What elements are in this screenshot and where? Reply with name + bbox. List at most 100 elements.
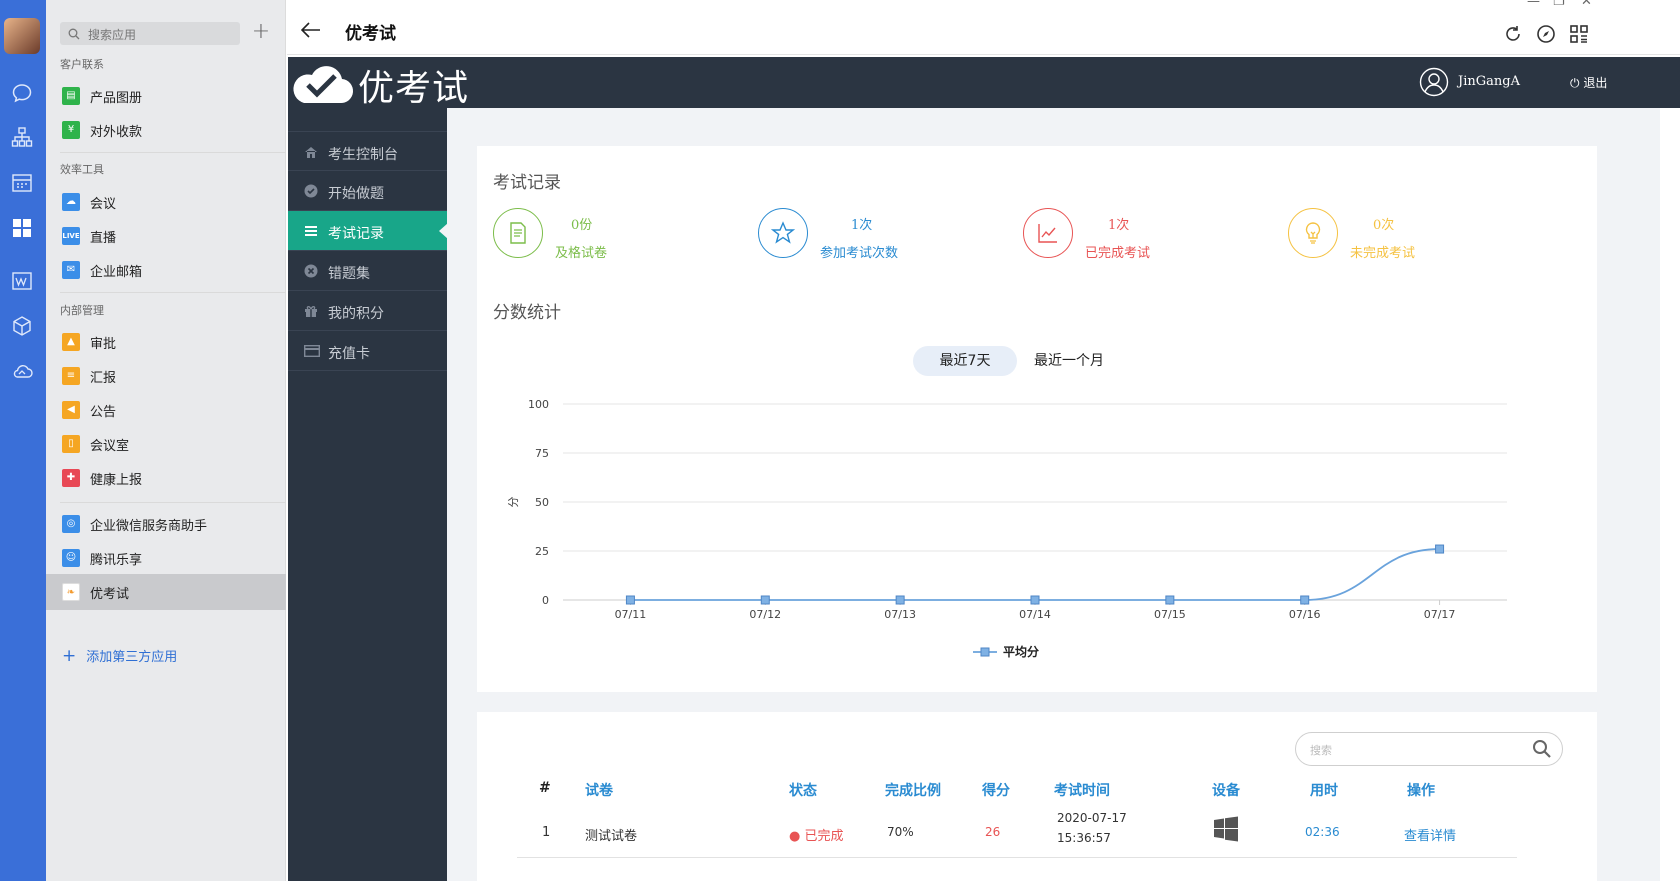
row-exam-date: 2020-07-17: [1057, 811, 1127, 825]
wiki-icon[interactable]: [11, 270, 33, 292]
section-title: 内部管理: [60, 304, 104, 317]
mail-icon: ✉: [62, 261, 80, 279]
avatar[interactable]: [4, 18, 40, 54]
compass-icon[interactable]: [1536, 24, 1556, 44]
app-item-product-catalog[interactable]: ▤ 产品图册: [46, 78, 286, 114]
col-score[interactable]: 得分: [982, 780, 1010, 800]
app-item-label: 公告: [90, 405, 117, 420]
refresh-icon[interactable]: [1503, 24, 1523, 44]
table-search-input[interactable]: 搜索: [1295, 732, 1563, 766]
app-item-label: 汇报: [90, 371, 117, 386]
x-tick-label: 07/17: [1424, 608, 1456, 621]
windows-icon: [1214, 816, 1238, 842]
app-search-placeholder: 搜索应用: [88, 28, 137, 42]
x-tick-label: 07/14: [1019, 608, 1051, 621]
search-icon[interactable]: [1532, 739, 1552, 759]
maximize-icon[interactable]: ❐: [1553, 0, 1565, 9]
app-item-meeting-room[interactable]: ▯ 会议室: [46, 426, 286, 462]
cloud-check-logo-icon[interactable]: [290, 59, 354, 105]
app-item-youkaoshi[interactable]: ❧ 优考试: [46, 574, 286, 610]
col-ratio[interactable]: 完成比例: [885, 780, 941, 800]
tab-last-7-days[interactable]: 最近7天: [913, 346, 1017, 376]
section-title: 效率工具: [60, 163, 104, 176]
x-tick-label: 07/13: [884, 608, 916, 621]
gift-icon: [305, 306, 317, 317]
nav-rail: [0, 0, 46, 881]
exam-records-card: 考试记录 0份 及格试卷 1次 参加考试次数 1次 已完成考试 0次 未完成考试…: [477, 146, 1597, 692]
menu-item-start-practice[interactable]: 开始做题: [288, 171, 447, 211]
check-circle-icon: [304, 184, 318, 198]
row-index: 1: [542, 825, 551, 840]
app-item-approval[interactable]: ▲ 审批: [46, 324, 286, 360]
col-index: #: [539, 780, 551, 796]
data-point: [895, 595, 905, 605]
app-item-health-report[interactable]: ✚ 健康上报: [46, 460, 286, 496]
stat-passed-papers: 0份 及格试卷: [493, 208, 713, 262]
col-device[interactable]: 设备: [1212, 780, 1240, 800]
stat-caption: 参加考试次数: [820, 246, 899, 261]
stat-circle: [758, 208, 808, 258]
app-item-label: 对外收款: [90, 125, 143, 140]
chat-icon[interactable]: [11, 82, 33, 104]
y-tick-label: 100: [528, 398, 549, 411]
data-point: [625, 595, 635, 605]
stat-caption: 未完成考试: [1350, 246, 1416, 261]
add-icon[interactable]: +: [250, 21, 272, 44]
report-icon: ≡: [62, 367, 80, 385]
cube-icon[interactable]: [11, 315, 33, 337]
stat-caption: 及格试卷: [555, 246, 608, 261]
card-icon: [304, 345, 320, 358]
cloud-drive-icon[interactable]: [11, 360, 33, 382]
y-tick-label: 25: [535, 545, 549, 558]
x-circle-icon: [304, 264, 318, 278]
app-item-service-assistant[interactable]: ◎ 企业微信服务商助手: [46, 506, 286, 542]
app-item-announcement[interactable]: ◀ 公告: [46, 392, 286, 428]
user-avatar-icon[interactable]: [1419, 67, 1449, 97]
section-title: 客户联系: [60, 58, 104, 71]
menu-label: 考生控制台: [328, 147, 398, 163]
data-point: [760, 595, 770, 605]
org-chart-icon[interactable]: [11, 126, 33, 148]
workbench-icon[interactable]: [11, 217, 33, 239]
menu-item-console[interactable]: 考生控制台: [288, 131, 447, 171]
app-item-payment[interactable]: ¥ 对外收款: [46, 112, 286, 148]
app-item-label: 腾讯乐享: [90, 553, 143, 568]
tab-last-month[interactable]: 最近一个月: [1017, 346, 1121, 376]
col-duration[interactable]: 用时: [1310, 780, 1338, 800]
app-item-label: 审批: [90, 337, 117, 352]
add-third-party-app-link[interactable]: + 添加第三方应用: [62, 646, 177, 666]
y-axis-label: 分: [507, 497, 520, 508]
app-search-input[interactable]: 搜索应用: [60, 22, 240, 45]
megaphone-icon: ◀: [62, 401, 80, 419]
y-tick-label: 0: [542, 594, 549, 607]
qr-grid-icon[interactable]: [1569, 24, 1589, 44]
menu-item-my-points[interactable]: 我的积分: [288, 291, 447, 331]
col-exam-time[interactable]: 考试时间: [1054, 780, 1110, 800]
col-status[interactable]: 状态: [789, 780, 817, 800]
app-item-live[interactable]: LIVE 直播: [46, 218, 286, 254]
menu-item-exam-records[interactable]: 考试记录: [288, 211, 448, 251]
app-item-meeting[interactable]: ☁ 会议: [46, 184, 286, 220]
row-paper: 测试试卷: [585, 829, 638, 844]
divider: [60, 152, 286, 153]
menu-item-wrong-questions[interactable]: 错题集: [288, 251, 447, 291]
window-title: 优考试: [345, 24, 396, 44]
col-paper[interactable]: 试卷: [585, 780, 613, 800]
assistant-icon: ◎: [62, 515, 80, 533]
minimize-icon[interactable]: —: [1527, 0, 1540, 9]
data-point: [1165, 595, 1175, 605]
close-icon[interactable]: ✕: [1581, 0, 1592, 9]
menu-item-recharge-card[interactable]: 充值卡: [288, 331, 447, 371]
app-item-mail[interactable]: ✉ 企业邮箱: [46, 252, 286, 288]
row-duration: 02:36: [1305, 825, 1340, 839]
app-item-tencent-lexiang[interactable]: ☺ 腾讯乐享: [46, 540, 286, 576]
logout-button[interactable]: ⏻ 退出: [1570, 74, 1607, 91]
back-arrow-icon[interactable]: [301, 22, 321, 38]
divider: [60, 502, 286, 503]
view-detail-link[interactable]: 查看详情: [1404, 825, 1456, 844]
app-item-label: 健康上报: [90, 473, 143, 488]
window-header: 优考试 — ❐ ✕: [287, 0, 1680, 55]
calendar-icon[interactable]: [11, 172, 33, 194]
app-item-report[interactable]: ≡ 汇报: [46, 358, 286, 394]
row-exam-clock: 15:36:57: [1057, 831, 1111, 845]
